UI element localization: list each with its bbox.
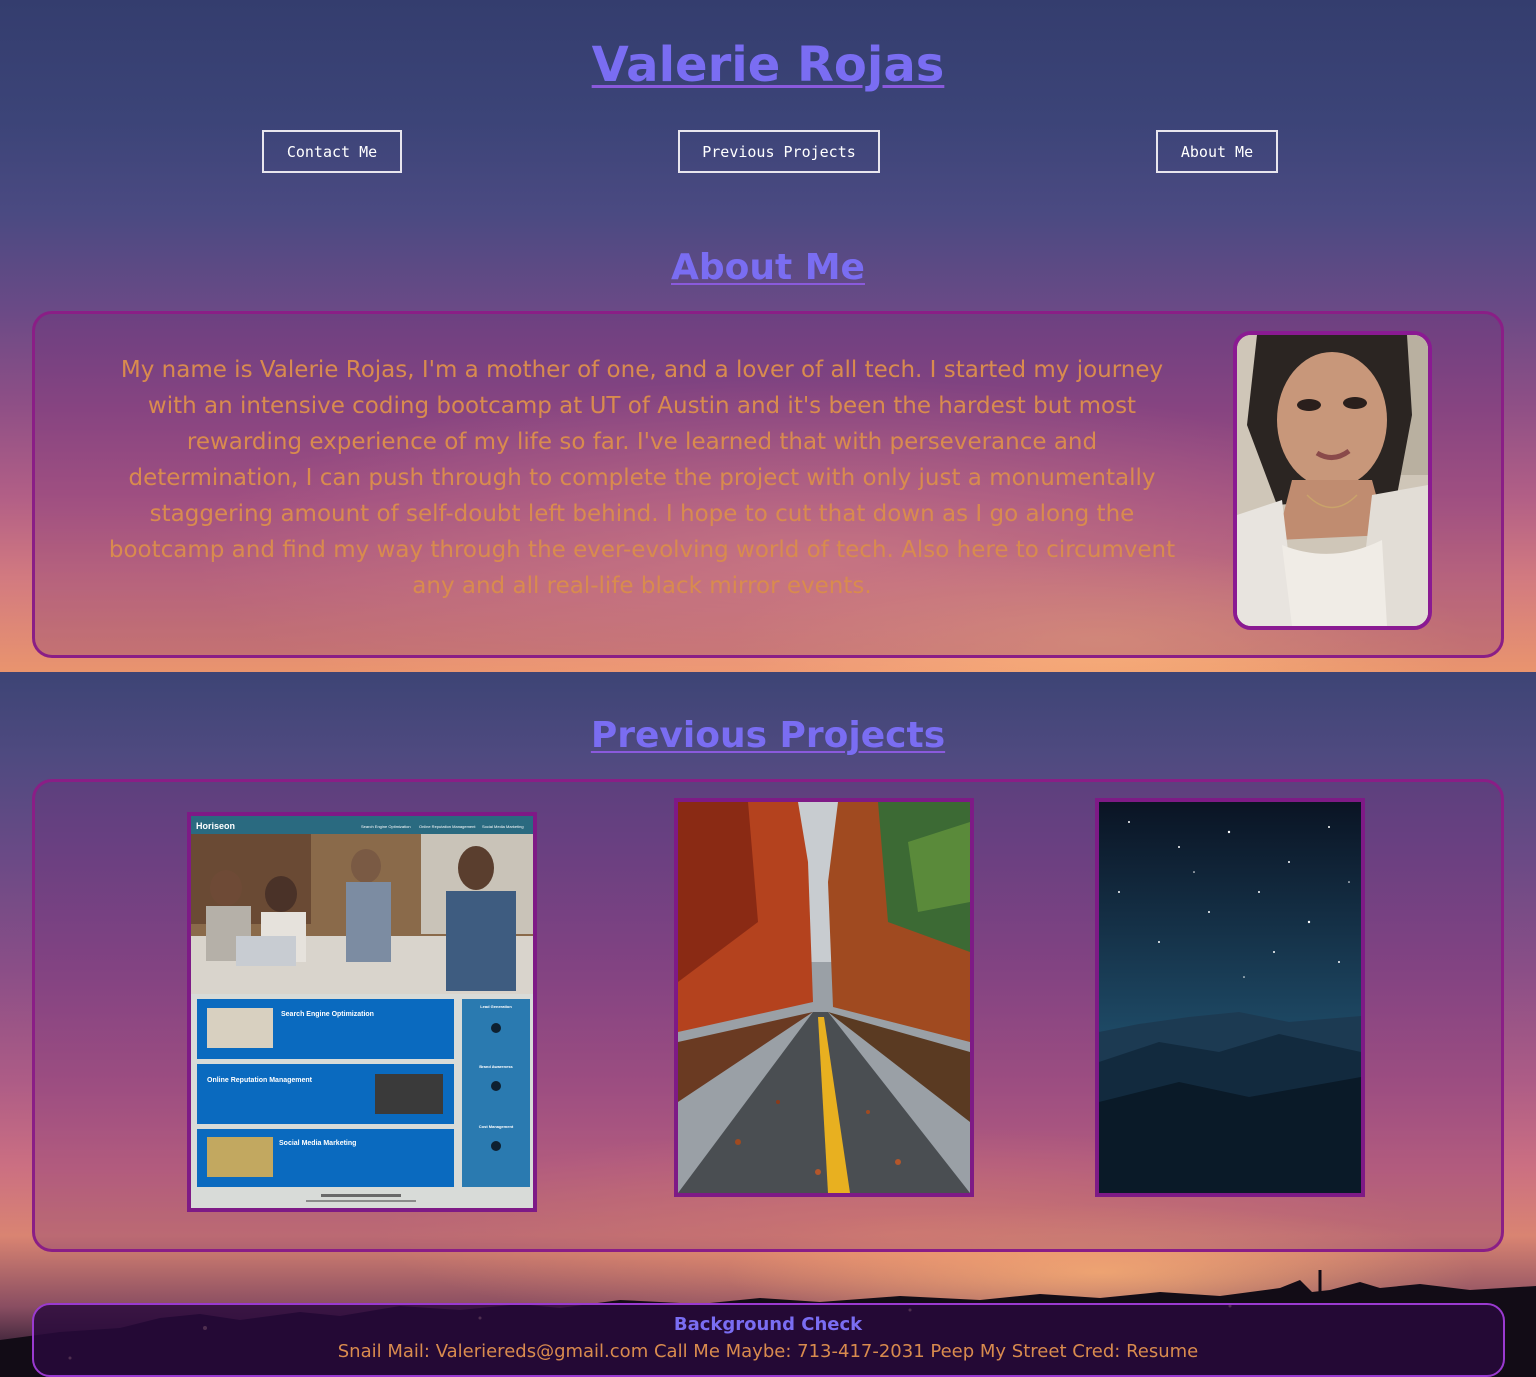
horiseon-section-3: Social Media Marketing bbox=[279, 1140, 356, 1147]
about-paragraph: My name is Valerie Rojas, I'm a mother o… bbox=[108, 357, 1176, 599]
cred-label: Peep My Street Cred: bbox=[930, 1341, 1121, 1362]
horiseon-brand: Horiseon bbox=[196, 821, 235, 831]
horiseon-sidebar-2: Brand Awareness bbox=[479, 1064, 513, 1069]
nav-previous-projects-button[interactable]: Previous Projects bbox=[678, 130, 880, 173]
profile-photo-image bbox=[1237, 335, 1428, 626]
email-link[interactable]: Valeriereds@gmail.com bbox=[436, 1341, 649, 1362]
footer-contact-line: Snail Mail: Valeriereds@gmail.com Call M… bbox=[0, 1340, 1536, 1364]
horiseon-nav-3: Social Media Marketing bbox=[482, 824, 524, 829]
mail-label: Snail Mail: bbox=[337, 1341, 430, 1362]
autumn-road-image bbox=[678, 802, 970, 1193]
projects-heading: Previous Projects bbox=[0, 712, 1536, 760]
horiseon-nav-2: Online Reputation Management bbox=[419, 824, 476, 829]
horiseon-screenshot-image: Horiseon Search Engine Optimization Onli… bbox=[191, 816, 533, 1208]
site-title-link[interactable]: Valerie Rojas bbox=[592, 37, 945, 93]
horiseon-sidebar-3: Cost Management bbox=[479, 1124, 514, 1129]
horiseon-section-1: Search Engine Optimization bbox=[281, 1011, 374, 1018]
project-starry-mountains-thumbnail[interactable] bbox=[1095, 798, 1365, 1197]
phone-label: Call Me Maybe: bbox=[653, 1341, 792, 1362]
about-heading: About Me bbox=[0, 244, 1536, 292]
starry-mountains-image bbox=[1099, 802, 1361, 1193]
horiseon-nav-1: Search Engine Optimization bbox=[361, 824, 411, 829]
horiseon-sidebar-1: Lead Generation bbox=[480, 1004, 512, 1009]
nav-about-button[interactable]: About Me bbox=[1156, 130, 1278, 173]
project-autumn-road-thumbnail[interactable] bbox=[674, 798, 974, 1197]
phone-link[interactable]: 713-417-2031 bbox=[797, 1341, 925, 1362]
profile-photo bbox=[1233, 331, 1432, 630]
projects-heading-text: Previous Projects bbox=[590, 715, 946, 756]
horiseon-section-2: Online Reputation Management bbox=[207, 1077, 313, 1084]
about-heading-text: About Me bbox=[671, 247, 865, 288]
resume-link[interactable]: Resume bbox=[1126, 1341, 1198, 1362]
nav-contact-button[interactable]: Contact Me bbox=[262, 130, 402, 173]
footer-title: Background Check bbox=[673, 1314, 863, 1335]
project-horiseon-thumbnail[interactable]: Horiseon Search Engine Optimization Onli… bbox=[187, 812, 537, 1212]
site-title: Valerie Rojas bbox=[0, 30, 1536, 100]
